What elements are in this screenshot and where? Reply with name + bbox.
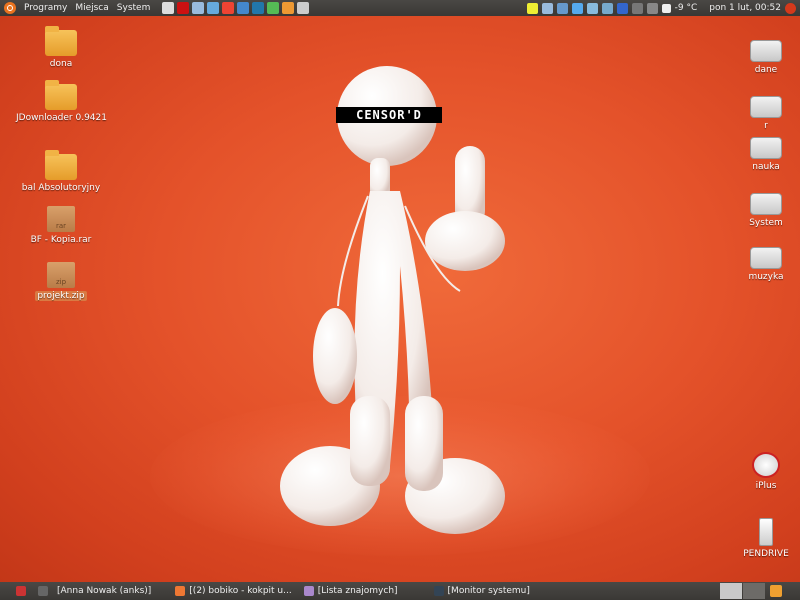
top-panel: Programy Miejsca System -9 °C pon 1 lut,… (0, 0, 800, 16)
desktop-icon-dona[interactable]: dona (16, 26, 106, 69)
desktop-icon-bal-absolutoryjny[interactable]: bal Absolutoryjny (16, 150, 106, 193)
folder-icon (45, 26, 77, 56)
globe-icon[interactable] (237, 2, 250, 14)
drive-icon (750, 193, 782, 215)
battery-icon[interactable] (601, 2, 613, 14)
desktop-icon-label: dane (754, 65, 778, 75)
taskbar-task-anna-nowak[interactable]: [Anna Nowak (anks)] (54, 583, 154, 599)
pidgin-icon[interactable] (192, 2, 205, 14)
bluetooth-icon[interactable] (616, 2, 628, 14)
clock[interactable]: pon 1 lut, 00:52 (709, 3, 781, 13)
desktop-icon-pendrive[interactable]: PENDRIVE (721, 518, 800, 559)
archive-badge: rar (55, 222, 67, 230)
desktop-icon-label: JDownloader 0.9421 (16, 113, 107, 123)
power-icon[interactable] (785, 2, 796, 14)
drive-icon (750, 247, 782, 269)
notes-icon[interactable] (526, 2, 538, 14)
scanner-icon[interactable] (297, 2, 310, 14)
opera-icon[interactable] (177, 2, 190, 14)
desktop-icon-label: iPlus (755, 481, 777, 491)
desktop-icon-bf-kopia-rar[interactable]: rar BF - Kopia.rar (16, 206, 106, 245)
package-icon[interactable] (207, 2, 220, 14)
display-icon[interactable] (586, 2, 598, 14)
desktop-icon-label: System (749, 218, 783, 228)
desktop-icon-projekt-zip[interactable]: zip projekt.zip (16, 262, 106, 301)
taskbar-task-lista-znajomych[interactable]: [Lista znajomych] (301, 583, 401, 599)
menu-programy[interactable]: Programy (24, 3, 67, 13)
taskbar-task-monitor-systemu[interactable]: [Monitor systemu] (431, 583, 533, 599)
folder-icon (45, 150, 77, 180)
weather-temperature[interactable]: -9 °C (675, 3, 698, 13)
network-icon[interactable] (541, 2, 553, 14)
desktop-icon-label: BF - Kopia.rar (30, 235, 92, 245)
task-label: [Monitor systemu] (447, 586, 530, 596)
task-label: [(2) bobiko - kokpit u... (189, 586, 292, 596)
desktop-icon-label: PENDRIVE (743, 549, 789, 559)
usb-drive-icon (759, 518, 773, 546)
workspace-switcher-2[interactable] (743, 583, 765, 599)
show-desktop-icon[interactable] (16, 586, 26, 596)
desktop-icon-label: dona (49, 59, 73, 69)
terminal-icon[interactable] (38, 586, 48, 596)
drive-icon (750, 96, 782, 118)
desktop-icon-label: bal Absolutoryjny (21, 183, 101, 193)
update-icon[interactable] (556, 2, 568, 14)
menu-miejsca[interactable]: Miejsca (75, 3, 108, 13)
task-label: [Anna Nowak (anks)] (57, 586, 152, 596)
system-tray: -9 °C pon 1 lut, 00:52 (526, 0, 800, 16)
launcher-bar (162, 2, 310, 14)
printer-icon[interactable] (162, 2, 175, 14)
weather-icon (661, 3, 671, 13)
calendar-icon[interactable] (222, 2, 235, 14)
archive-badge: zip (55, 278, 67, 286)
mail-icon[interactable] (646, 2, 658, 14)
tools-icon[interactable] (267, 2, 280, 14)
desktop (0, 16, 800, 582)
dropbox-icon[interactable] (571, 2, 583, 14)
bottom-panel: [Anna Nowak (anks)] [(2) bobiko - kokpit… (0, 582, 800, 600)
folder-icon (45, 80, 77, 110)
wallpaper-character (280, 66, 505, 534)
desktop-icon-label: muzyka (748, 272, 784, 282)
zip-archive-icon: zip (47, 262, 75, 288)
thunderbird-icon[interactable] (252, 2, 265, 14)
chrome-icon[interactable] (282, 2, 295, 14)
iplus-icon (752, 452, 780, 478)
rar-archive-icon: rar (47, 206, 75, 232)
system-monitor-icon (433, 586, 444, 596)
volume-icon[interactable] (631, 2, 643, 14)
desktop-icon-label: r (764, 121, 768, 131)
workspace-switcher-1[interactable] (720, 583, 742, 599)
taskbar-task-bobiko[interactable]: [(2) bobiko - kokpit u... (172, 583, 294, 599)
desktop-icon-muzyka[interactable]: muzyka (721, 247, 800, 282)
desktop-icon-dane[interactable]: dane (721, 40, 800, 75)
drive-icon (750, 40, 782, 62)
desktop-icon-system[interactable]: System (721, 193, 800, 228)
desktop-icon-jdownloader[interactable]: JDownloader 0.9421 (16, 80, 107, 123)
menu-system[interactable]: System (117, 3, 151, 13)
censor-bar: CENSOR'D (336, 107, 442, 123)
desktop-icon-label: projekt.zip (35, 291, 87, 301)
trash-icon[interactable] (770, 585, 782, 597)
desktop-icon-nauka[interactable]: nauka (721, 137, 800, 172)
pidgin-icon (303, 586, 314, 596)
desktop-icon-label: nauka (752, 162, 780, 172)
task-label: [Lista znajomych] (317, 586, 398, 596)
firefox-icon (175, 586, 186, 596)
desktop-icon-iplus[interactable]: iPlus (721, 452, 800, 491)
drive-icon (750, 137, 782, 159)
ubuntu-logo-icon[interactable] (4, 2, 16, 14)
desktop-icon-r[interactable]: r (721, 96, 800, 131)
